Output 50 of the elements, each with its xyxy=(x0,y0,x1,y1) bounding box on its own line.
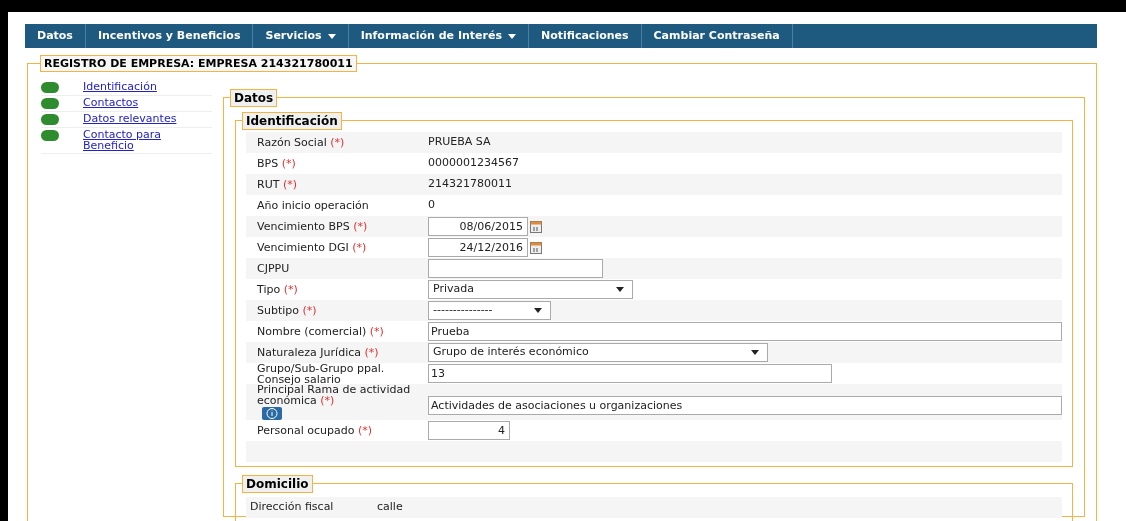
field-label: Principal Rama de actividad económica (*) xyxy=(257,384,412,406)
nav-menu-item[interactable]: Información de Interés xyxy=(348,24,529,48)
field-label: Nombre (comercial) (*) xyxy=(257,326,385,337)
calendar-icon[interactable] xyxy=(530,220,542,233)
nav-menu-item[interactable]: Datos xyxy=(25,24,86,48)
date-field[interactable]: 24/12/2016 xyxy=(428,238,528,257)
section-legend: Domicilio xyxy=(242,475,313,493)
section-legend: Identificación xyxy=(242,112,342,130)
panel-title: REGISTRO DE EMPRESA: EMPRESA 214321780011 xyxy=(40,55,357,72)
nav-menu-item[interactable]: Notificaciones xyxy=(528,24,642,48)
field-label: RUT (*) xyxy=(257,179,298,190)
sidebar-link[interactable]: Contactos xyxy=(83,97,193,108)
info-icon[interactable] xyxy=(262,407,282,420)
field-value: 0000001234567 xyxy=(428,155,519,172)
caret-icon xyxy=(751,350,759,355)
nav-menu-item[interactable]: Servicios xyxy=(253,24,349,48)
sidebar-link[interactable]: Datos relevantes xyxy=(83,113,193,124)
select-field[interactable]: Privada xyxy=(428,280,633,299)
sidebar-link[interactable]: Identificación xyxy=(83,81,193,92)
field-value: PRUEBA SA xyxy=(428,134,491,151)
field-label: Tipo (*) xyxy=(257,284,299,295)
section-legend: Datos xyxy=(230,89,278,107)
field-label: Razón Social (*) xyxy=(257,137,346,148)
field-value: 0 xyxy=(428,197,435,214)
input-field[interactable] xyxy=(428,259,603,278)
input-field[interactable]: 13 xyxy=(428,364,832,383)
field-label: Subtipo (*) xyxy=(257,305,318,316)
input-field[interactable]: 4 xyxy=(428,421,510,440)
nav-menu-item[interactable]: Cambiar Contraseña xyxy=(641,24,793,48)
input-field[interactable]: Prueba xyxy=(428,322,1062,341)
field-label: Grupo/Sub-Grupo ppal. Consejo salario xyxy=(257,362,385,385)
field-label: CJPPU xyxy=(257,263,291,274)
field-label: Vencimiento BPS (*) xyxy=(257,221,369,232)
caret-icon xyxy=(534,308,542,313)
input-field[interactable]: Actividades de asociaciones u organizaciones xyxy=(428,395,1062,415)
nav-menu-item[interactable]: Incentivos y Beneficios xyxy=(85,24,254,48)
field-label: Personal ocupado (*) xyxy=(257,425,374,436)
field-label: Vencimiento DGI (*) xyxy=(257,242,368,253)
caret-icon xyxy=(616,287,624,292)
field-label: BPS (*) xyxy=(257,158,297,169)
field-value: calle xyxy=(377,499,403,516)
field-value: 214321780011 xyxy=(428,176,512,193)
select-field[interactable]: --------------- xyxy=(428,301,551,320)
select-field[interactable]: Grupo de interés económico xyxy=(428,343,768,362)
calendar-icon[interactable] xyxy=(530,241,542,254)
field-label: Dirección fiscal xyxy=(250,499,335,516)
field-label: Año inicio operación xyxy=(257,200,370,211)
field-label: Naturaleza Jurídica (*) xyxy=(257,347,380,358)
date-field[interactable]: 08/06/2015 xyxy=(428,217,528,236)
sidebar-link[interactable]: Contacto para Beneficio xyxy=(83,129,193,151)
